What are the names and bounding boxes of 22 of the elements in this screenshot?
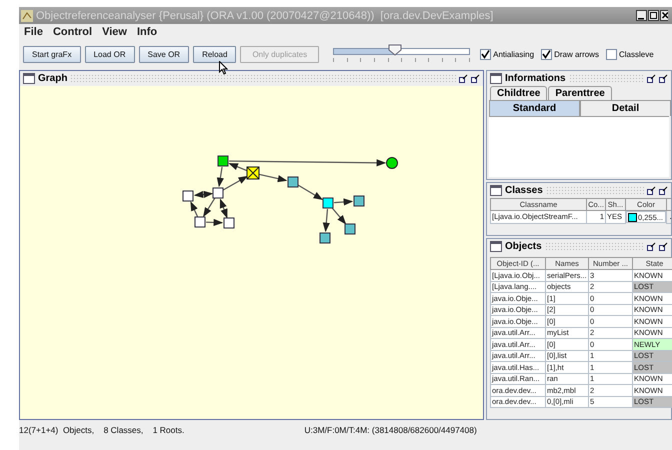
menu-item[interactable]: Info <box>136 26 158 38</box>
tab[interactable]: Childtree <box>490 86 548 100</box>
status-text: 12(7+1+4) Objects, 8 Classes, 1 Roots. <box>19 425 184 435</box>
panel-title: Informations <box>505 73 566 84</box>
panel-title: Classes <box>505 185 543 196</box>
toolbar-button[interactable]: Reload <box>193 46 236 63</box>
tab[interactable]: Standard <box>489 100 580 116</box>
toolbar-button[interactable]: Load OR <box>84 46 135 63</box>
menu-item[interactable]: Control <box>52 26 92 38</box>
window-title: Objectreferenceanalyser {Perusal} (ORA v1.00 (20070427@210648)) [ora.dev.DevExamples] <box>36 10 494 22</box>
toolbar-button[interactable]: Save OR <box>138 46 190 63</box>
memory-status: U:3M/F:0M/T:4M: (3814808/682600/4497408) <box>304 425 477 435</box>
tab[interactable]: Parenttree <box>548 86 612 100</box>
checkbox-label[interactable]: Draw arrows <box>554 50 599 59</box>
panel-title: Graph <box>38 73 68 84</box>
panel-title: Objects <box>505 241 542 252</box>
menu-item[interactable]: View <box>102 26 127 38</box>
tab[interactable]: Detail <box>580 100 671 116</box>
menu-item[interactable]: File <box>24 26 43 38</box>
toolbar-button[interactable]: Start graFx <box>23 46 81 63</box>
checkbox-label[interactable]: Antialiasing <box>493 50 534 59</box>
checkbox-label[interactable]: Classleve <box>618 50 654 59</box>
